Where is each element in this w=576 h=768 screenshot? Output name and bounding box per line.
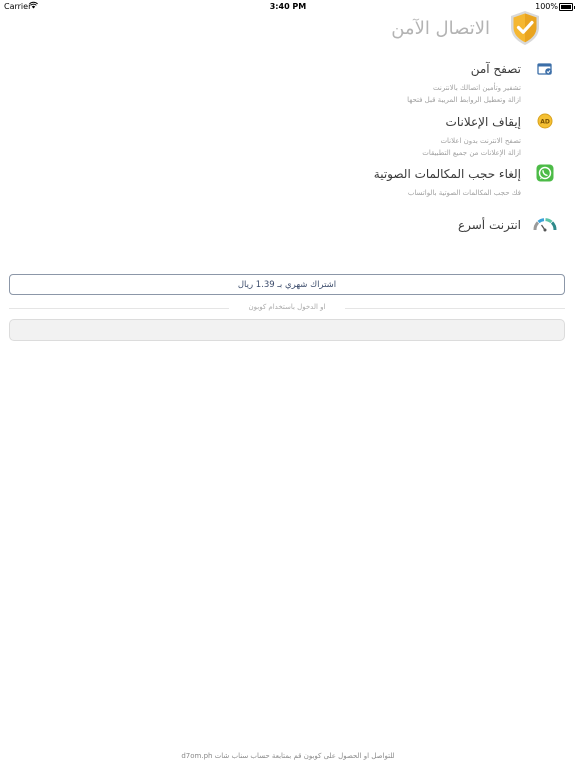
whatsapp-icon (536, 164, 554, 182)
footer-contact-text: للتواصل او الحصول على كوبون قم بمتابعة ح… (181, 752, 395, 760)
feature-desc-line: تصفح الانترنت بدون اعلانات (440, 137, 521, 145)
coupon-input[interactable] (9, 319, 565, 341)
feature-title: تصفح آمن (470, 62, 521, 76)
page-title: الاتصال الآمن (391, 18, 490, 39)
speedometer-icon (533, 218, 557, 232)
feature-faster-internet: انترنت أسرع (458, 217, 521, 233)
feature-title: إلغاء حجب المكالمات الصوتية (373, 167, 521, 181)
svg-text:AD: AD (540, 119, 550, 126)
feature-unblock-calls: إلغاء حجب المكالمات الصوتية فك حجب المكا… (374, 166, 521, 199)
status-bar: Carrier 3:40 PM 100% (0, 0, 576, 14)
battery-icon (559, 3, 575, 11)
feature-desc-line: فك حجب المكالمات الصوتية بالواتساب (407, 189, 521, 197)
feature-secure-browsing: تصفح آمن تشفير وتأمين اتصالك بالانترنت ا… (407, 61, 521, 106)
ad-block-icon: AD (537, 113, 553, 129)
clock: 3:40 PM (269, 2, 307, 11)
feature-desc-line: تشفير وتأمين اتصالك بالانترنت (433, 84, 521, 92)
secure-browser-icon (537, 63, 552, 75)
subscribe-button[interactable]: اشتراك شهري بـ 1.39 ريال (9, 274, 565, 295)
shield-check-icon (511, 11, 539, 45)
feature-desc-line: ازالة وتعطيل الروابط المريبة قبل فتحها (407, 96, 521, 104)
coupon-divider: او الدخول باستخدام كوبون (9, 303, 565, 313)
feature-desc-line: ازالة الإعلانات من جميع التطبيقات (422, 149, 521, 157)
feature-title: إيقاف الإعلانات (445, 115, 521, 129)
feature-ad-block: إيقاف الإعلانات تصفح الانترنت بدون اعلان… (422, 114, 521, 159)
coupon-divider-label: او الدخول باستخدام كوبون (248, 303, 326, 311)
feature-title: انترنت أسرع (457, 218, 521, 232)
